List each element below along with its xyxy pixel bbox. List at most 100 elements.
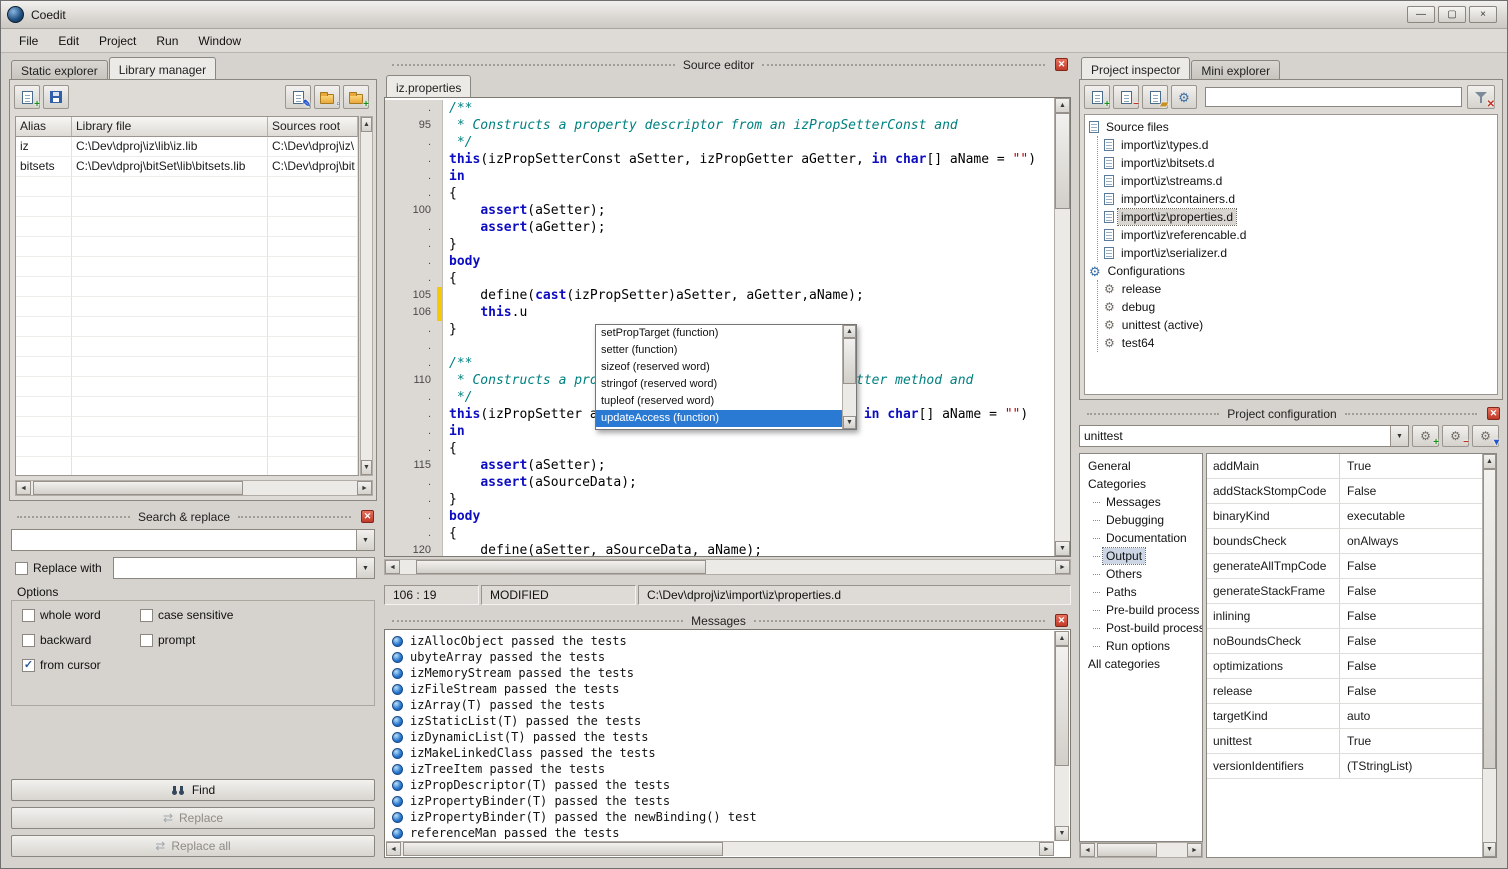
property-value[interactable]: executable — [1340, 504, 1482, 528]
category-categories[interactable]: Categories — [1080, 475, 1202, 493]
property-value[interactable]: False — [1340, 479, 1482, 503]
scroll-thumb[interactable] — [1483, 469, 1496, 769]
property-row-binarykind[interactable]: binaryKindexecutable — [1207, 504, 1482, 529]
drag-grip[interactable] — [17, 516, 130, 518]
remove-configuration-button[interactable]: ⚙− — [1442, 425, 1469, 447]
add-library-folder-button[interactable]: + — [343, 85, 369, 109]
scroll-thumb[interactable] — [1055, 646, 1069, 766]
drag-grip[interactable] — [1087, 413, 1219, 415]
scroll-up-button[interactable]: ▲ — [1483, 454, 1496, 469]
close-editor-panel-button[interactable]: ✕ — [1055, 58, 1068, 71]
add-source-button[interactable]: + — [1084, 85, 1110, 109]
code-line[interactable]: .{ — [385, 440, 1054, 457]
tree-item-import-iz-serializer-d[interactable]: import\iz\serializer.d — [1102, 244, 1495, 262]
tab-project-inspector[interactable]: Project inspector — [1081, 57, 1190, 79]
message-item[interactable]: izPropertyBinder(T) passed the newBindin… — [387, 809, 1052, 825]
property-row-noboundscheck[interactable]: noBoundsCheckFalse — [1207, 629, 1482, 654]
tree-item-import-iz-containers-d[interactable]: import\iz\containers.d — [1102, 190, 1495, 208]
category-documentation[interactable]: Documentation — [1080, 529, 1202, 547]
scroll-track[interactable] — [1055, 113, 1070, 541]
message-item[interactable]: izMemoryStream passed the tests — [387, 665, 1052, 681]
add-configuration-button[interactable]: ⚙+ — [1412, 425, 1439, 447]
property-row-unittest[interactable]: unittestTrue — [1207, 729, 1482, 754]
find-button[interactable]: Find — [11, 779, 375, 801]
replace-with-value[interactable] — [114, 558, 356, 578]
drag-grip[interactable] — [392, 64, 675, 66]
scroll-right-button[interactable]: ► — [357, 481, 372, 495]
library-table-hscrollbar[interactable]: ◄ ► — [15, 480, 373, 496]
code-line[interactable]: . assert(aSourceData); — [385, 474, 1054, 491]
drag-grip[interactable] — [392, 620, 683, 622]
replace-with-checkbox[interactable]: Replace with — [15, 560, 102, 576]
tree-item-test64[interactable]: ⚙test64 — [1102, 334, 1495, 352]
completion-vscrollbar[interactable]: ▲ ▼ — [842, 325, 856, 429]
tree-node-configurations[interactable]: ⚙Configurations — [1087, 262, 1495, 280]
scroll-down-button[interactable]: ▼ — [1055, 826, 1069, 841]
category-hscrollbar[interactable]: ◄ ► — [1079, 842, 1203, 858]
scroll-up-button[interactable]: ▲ — [843, 325, 856, 338]
property-value[interactable]: True — [1340, 454, 1482, 478]
menu-item-file[interactable]: File — [9, 30, 48, 52]
checkbox-backward[interactable]: backward — [22, 632, 140, 648]
inspector-filter-input[interactable] — [1205, 87, 1462, 107]
completion-item-setter-function[interactable]: setter (function) — [596, 342, 842, 359]
scroll-track[interactable] — [400, 560, 1055, 574]
message-item[interactable]: izArray(T) passed the tests — [387, 697, 1052, 713]
category-post-build-process[interactable]: Post-build process — [1080, 619, 1202, 637]
checkbox-prompt[interactable]: prompt — [140, 632, 374, 648]
configuration-combobox[interactable]: unittest ▼ — [1079, 425, 1409, 447]
replace-button[interactable]: ⇄Replace — [11, 807, 375, 829]
open-library-file-button[interactable]: ▫ — [314, 85, 340, 109]
code-line[interactable]: . assert(aGetter); — [385, 219, 1054, 236]
scroll-down-button[interactable]: ▼ — [1483, 842, 1496, 857]
tab-iz-properties[interactable]: iz.properties — [386, 75, 471, 97]
property-value[interactable]: auto — [1340, 704, 1482, 728]
message-item[interactable]: ubyteArray passed the tests — [387, 649, 1052, 665]
chevron-down-icon[interactable]: ▼ — [356, 530, 374, 550]
scroll-track[interactable] — [401, 842, 1039, 856]
editor-vscrollbar[interactable]: ▲ ▼ — [1054, 98, 1070, 556]
add-library-button[interactable]: + — [14, 85, 40, 109]
drag-grip[interactable] — [1345, 413, 1477, 415]
drag-grip[interactable] — [762, 64, 1045, 66]
chevron-down-icon[interactable]: ▼ — [356, 558, 374, 578]
scroll-up-button[interactable]: ▲ — [1055, 98, 1070, 113]
property-row-generatestackframe[interactable]: generateStackFrameFalse — [1207, 579, 1482, 604]
replace-with-combobox[interactable]: ▼ — [113, 557, 375, 579]
property-row-optimizations[interactable]: optimizationsFalse — [1207, 654, 1482, 679]
code-line[interactable]: 100 assert(aSetter); — [385, 202, 1054, 219]
tree-item-import-iz-properties-d[interactable]: import\iz\properties.d — [1102, 208, 1495, 226]
category-pre-build-process[interactable]: Pre-build process — [1080, 601, 1202, 619]
tree-item-unittest-active[interactable]: ⚙unittest (active) — [1102, 316, 1495, 334]
menu-item-project[interactable]: Project — [89, 30, 146, 52]
drag-grip[interactable] — [754, 620, 1045, 622]
checkbox-whole-word[interactable]: whole word — [22, 607, 140, 623]
search-term-combobox[interactable]: ▼ — [11, 529, 375, 551]
completion-item-updateaccess-function[interactable]: updateAccess (function) — [596, 410, 842, 427]
property-value[interactable]: onAlways — [1340, 529, 1482, 553]
completion-item-stringof-reserved-word[interactable]: stringof (reserved word) — [596, 376, 842, 393]
remove-source-button[interactable]: − — [1113, 85, 1139, 109]
completion-item-sizeof-reserved-word[interactable]: sizeof (reserved word) — [596, 359, 842, 376]
scroll-track[interactable] — [1483, 469, 1496, 842]
property-value[interactable]: False — [1340, 604, 1482, 628]
clear-filter-button[interactable]: ✕ — [1467, 85, 1495, 109]
library-row-bitsets[interactable]: bitsetsC:\Dev\dproj\bitSet\lib\bitsets.l… — [16, 157, 358, 177]
code-line[interactable]: 120 define(aSetter, aSourceData, aName); — [385, 542, 1054, 556]
property-row-addstackstompcode[interactable]: addStackStompCodeFalse — [1207, 479, 1482, 504]
scroll-left-button[interactable]: ◄ — [16, 481, 31, 495]
code-line[interactable]: .{ — [385, 270, 1054, 287]
scroll-thumb[interactable] — [1097, 843, 1157, 857]
scroll-thumb[interactable] — [843, 338, 856, 384]
save-libraries-button[interactable] — [43, 85, 69, 109]
tree-item-import-iz-streams-d[interactable]: import\iz\streams.d — [1102, 172, 1495, 190]
property-row-generatealltmpcode[interactable]: generateAllTmpCodeFalse — [1207, 554, 1482, 579]
property-row-versionidentifiers[interactable]: versionIdentifiers(TStringList) — [1207, 754, 1482, 779]
category-run-options[interactable]: Run options — [1080, 637, 1202, 655]
scroll-track[interactable] — [1095, 843, 1187, 857]
code-line[interactable]: .} — [385, 491, 1054, 508]
code-line[interactable]: .{ — [385, 185, 1054, 202]
checkbox-case-sensitive[interactable]: case sensitive — [140, 607, 374, 623]
code-editor[interactable]: ./**95 * Constructs a property descripto… — [384, 97, 1071, 557]
scroll-track[interactable] — [31, 481, 357, 495]
